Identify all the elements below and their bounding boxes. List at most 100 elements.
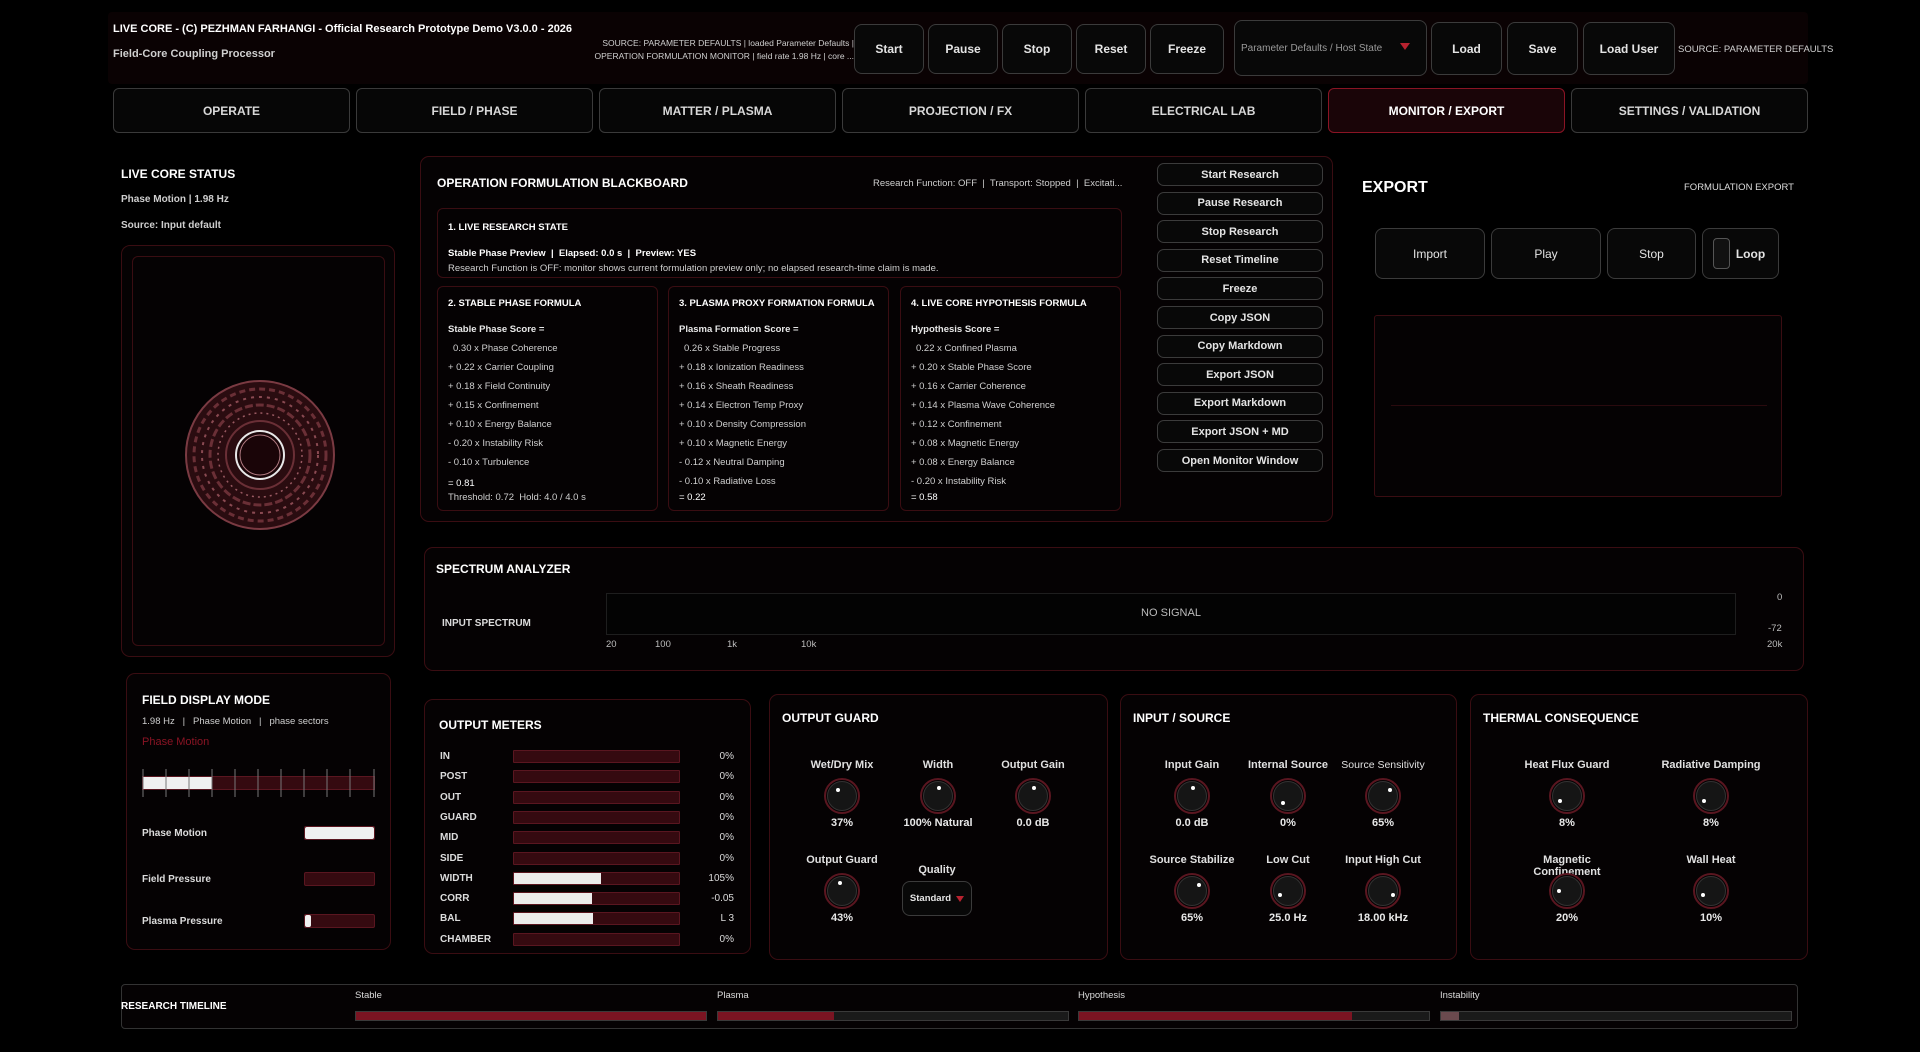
knob-control[interactable] [920,778,956,814]
play-button[interactable]: Play [1491,228,1601,279]
knob-control[interactable] [1693,873,1729,909]
action-copy-json-button[interactable]: Copy JSON [1157,306,1323,329]
knob-value: 65% [1371,817,1395,829]
formula-term: + 0.10 x Density Compression [679,419,806,430]
knob-ring-icon [1365,778,1401,814]
reset-button[interactable]: Reset [1076,24,1146,74]
loop-label: Loop [1735,246,1766,261]
knob-control[interactable] [1174,778,1210,814]
meter-bar [513,912,680,926]
knob-ring-icon [1174,778,1210,814]
meter-fill [514,872,602,884]
knob-control[interactable] [1270,873,1306,909]
save-button[interactable]: Save [1507,22,1578,75]
field-row-phase-motion-label: Phase Motion [142,828,208,839]
tab-settings-validation[interactable]: SETTINGS / VALIDATION [1571,88,1808,133]
formula-term: + 0.20 x Stable Phase Score [911,362,1032,373]
knob-control[interactable] [1693,778,1729,814]
action-export-json-md-button[interactable]: Export JSON + MD [1157,420,1323,444]
field-row-phase-motion-bar[interactable] [304,826,375,840]
load-user-button[interactable]: Load User [1583,22,1675,75]
action-reset-timeline-button[interactable]: Reset Timeline [1157,248,1323,272]
action-copy-markdown-button[interactable]: Copy Markdown [1157,334,1323,358]
tab-operate[interactable]: OPERATE [113,88,350,133]
meter-bar [513,831,680,845]
timeline-bar-plasma [717,1011,1069,1021]
knob-control[interactable] [824,778,860,814]
formula-term: + 0.08 x Magnetic Energy [911,438,1019,449]
import-button[interactable]: Import [1375,228,1485,279]
action-pause-research-button[interactable]: Pause Research [1157,191,1323,215]
knob-indicator-icon [1390,892,1395,897]
output-guard-title: OUTPUT GUARD [782,711,879,725]
quality-label: Quality [918,864,956,876]
action-export-markdown-button[interactable]: Export Markdown [1157,391,1323,415]
knob-control[interactable] [1015,778,1051,814]
knob-value: 0.0 dB [1175,817,1209,829]
tab-electrical-lab[interactable]: ELECTRICAL LAB [1085,88,1322,133]
meter-bar [513,810,680,824]
meter-value: 0% [719,771,734,783]
start-button[interactable]: Start [854,24,924,74]
meter-label: WIDTH [440,872,473,884]
meter-label: BAL [440,913,461,925]
quality-value: Standard [909,893,952,904]
field-row-plasma-pressure-bar[interactable] [304,914,375,928]
loop-toggle-icon [1713,238,1730,269]
timeline-fill [1441,1012,1459,1020]
action-open-monitor-window-button[interactable]: Open Monitor Window [1157,449,1323,472]
meter-fill [514,893,592,905]
tab-monitor-export[interactable]: MONITOR / EXPORT [1328,88,1565,133]
action-stop-research-button[interactable]: Stop Research [1157,220,1323,244]
stop-playback-button[interactable]: Stop [1607,228,1696,279]
source-right: SOURCE: PARAMETER DEFAULTS [1678,44,1834,55]
knob-ring-icon [1270,778,1306,814]
tab-projection-fx[interactable]: PROJECTION / FX [842,88,1079,133]
load-button[interactable]: Load [1431,22,1502,75]
knob-value: 65% [1180,912,1204,924]
action-freeze-button[interactable]: Freeze [1157,277,1323,301]
meter-label: SIDE [440,852,464,864]
knob-control[interactable] [1174,873,1210,909]
knob-value: 0% [1280,817,1296,829]
knob-control[interactable] [824,873,860,909]
input-source-title: INPUT / SOURCE [1133,711,1231,725]
tab-matter-plasma[interactable]: MATTER / PLASMA [599,88,836,133]
knob-label: Output Guard [806,854,878,866]
meter-label: IN [440,751,450,762]
pause-button[interactable]: Pause [928,24,998,74]
tab-field-phase[interactable]: FIELD / PHASE [356,88,593,133]
action-start-research-button[interactable]: Start Research [1157,163,1323,186]
output-meters-title: OUTPUT METERS [439,718,542,732]
stop-button[interactable]: Stop [1002,24,1072,74]
knob-control[interactable] [1365,873,1401,909]
spectrum-tick-20: 20 [606,639,617,650]
action-export-json-button[interactable]: Export JSON [1157,363,1323,387]
meter-value: 0% [719,791,734,803]
knob-label: Source Stabilize [1149,854,1235,866]
knob-control[interactable] [1270,778,1306,814]
knob-label: Input High Cut [1345,854,1421,866]
meter-bar [513,750,680,763]
knob-ring-icon [920,778,956,814]
knob-value: 100% Natural [903,817,973,829]
timeline-label-instability: Instability [1440,990,1480,1001]
phase-core-visual [185,380,335,530]
loop-button[interactable]: Loop [1702,228,1779,279]
preset-select[interactable]: Parameter Defaults / Host State [1234,20,1427,76]
knob-ring-icon [1693,778,1729,814]
field-row-plasma-pressure-fill [305,915,311,927]
knob-control[interactable] [1549,873,1585,909]
knob-ring-icon [824,873,860,909]
timeline-bar-stable [355,1011,707,1021]
meter-value: L 3 [720,913,734,925]
thermal-title: THERMAL CONSEQUENCE [1483,711,1639,725]
knob-control[interactable] [1365,778,1401,814]
export-subtitle: FORMULATION EXPORT [1684,182,1794,193]
export-preview-line [1391,405,1767,406]
field-row-field-pressure-bar[interactable] [304,872,375,886]
knob-ring-icon [1549,778,1585,814]
freeze-button[interactable]: Freeze [1150,24,1224,74]
knob-control[interactable] [1549,778,1585,814]
quality-select[interactable]: Standard [902,881,972,916]
